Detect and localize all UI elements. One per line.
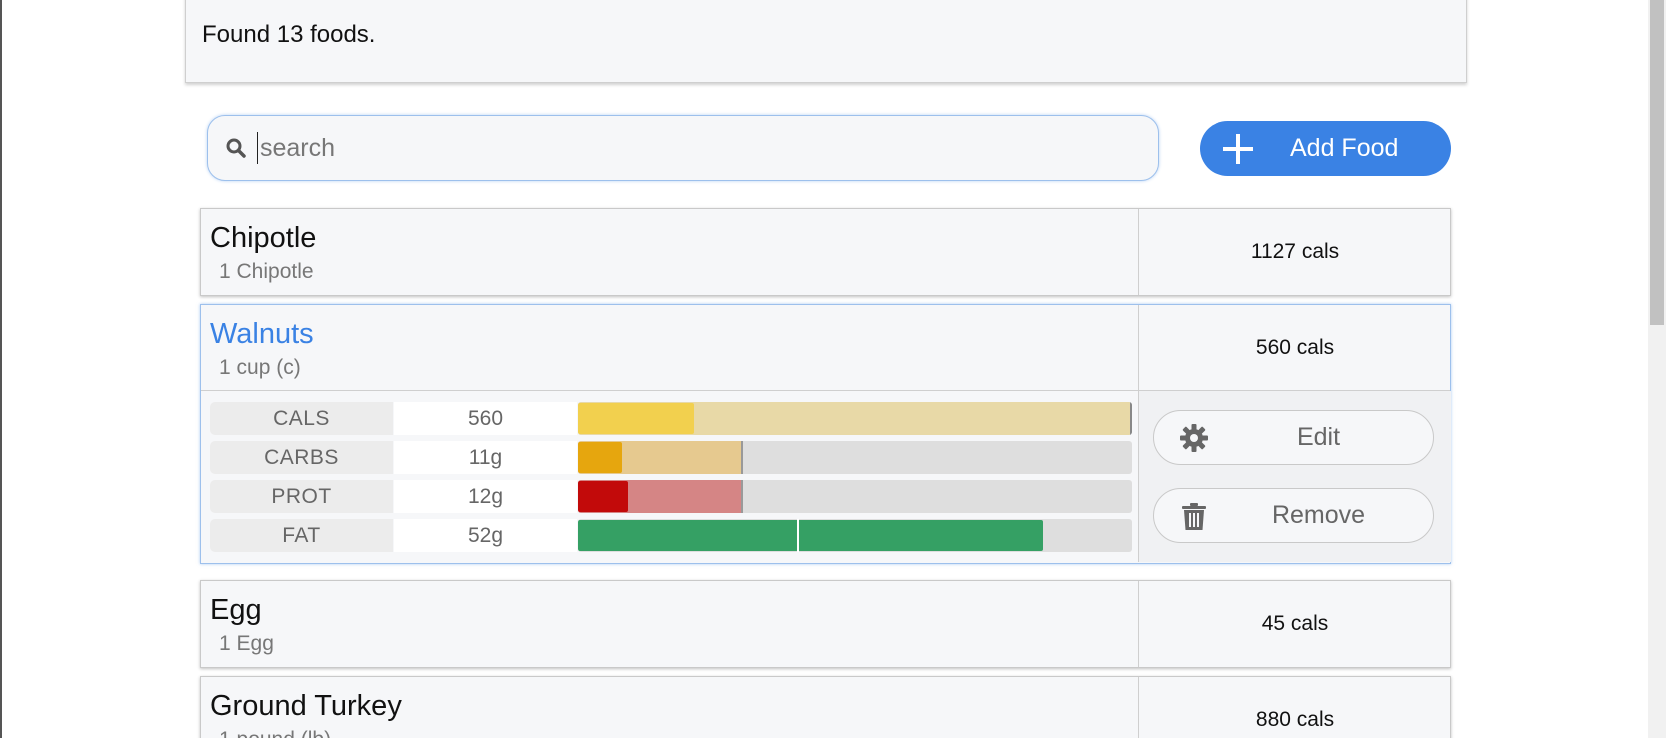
food-calories: 1127 cals xyxy=(1138,209,1451,295)
search-box[interactable] xyxy=(207,115,1159,181)
food-serving: 1 cup (c) xyxy=(219,356,301,379)
plus-icon xyxy=(1223,133,1253,164)
macro-total-marker xyxy=(741,480,743,513)
macro-item-bar xyxy=(578,481,628,512)
remove-button[interactable]: Remove xyxy=(1153,488,1434,543)
window-edge xyxy=(0,0,2,738)
results-summary: Found 13 foods. xyxy=(185,0,1467,83)
search-input[interactable] xyxy=(257,132,1158,164)
macro-label: FAT xyxy=(210,519,393,552)
results-count-text: Found 13 foods. xyxy=(202,21,376,48)
food-item[interactable]: Egg 1 Egg 45 cals xyxy=(200,580,1451,668)
edit-button[interactable]: Edit xyxy=(1153,410,1434,465)
macro-item-bar xyxy=(578,442,622,473)
food-name: Egg xyxy=(210,594,262,626)
macro-total-marker xyxy=(797,519,799,552)
remove-label: Remove xyxy=(1271,501,1366,529)
macro-row-fat: FAT 52g xyxy=(210,519,1132,552)
food-item[interactable]: Chipotle 1 Chipotle 1127 cals xyxy=(200,208,1451,296)
food-name: Chipotle xyxy=(210,222,317,254)
macro-value: 560 xyxy=(394,402,577,435)
macro-item-bar xyxy=(578,403,694,434)
scrollbar-thumb[interactable] xyxy=(1650,0,1664,325)
macro-bar-carbs xyxy=(578,441,1132,474)
food-calories-text: 880 cals xyxy=(1255,708,1335,731)
macro-bar-fat xyxy=(578,519,1132,552)
macro-bar-cals xyxy=(578,402,1132,435)
food-name: Ground Turkey xyxy=(210,690,402,722)
food-serving: 1 Egg xyxy=(219,632,274,655)
macro-bar-prot xyxy=(578,480,1132,513)
macro-item-bar xyxy=(578,520,1043,551)
edit-label: Edit xyxy=(1296,423,1341,451)
food-name[interactable]: Walnuts xyxy=(210,318,314,351)
food-calories-text: 1127 cals xyxy=(1250,240,1340,263)
macro-total-marker xyxy=(741,441,743,474)
macro-label: PROT xyxy=(210,480,393,513)
food-calories-text: 45 cals xyxy=(1261,612,1329,635)
food-serving: 1 Chipotle xyxy=(219,260,314,283)
food-calories-text: 560 cals xyxy=(1255,335,1335,359)
add-food-button[interactable]: Add Food xyxy=(1200,121,1451,176)
food-calories: 880 cals xyxy=(1138,677,1451,738)
macro-value: 52g xyxy=(394,519,577,552)
macro-value: 11g xyxy=(394,441,577,474)
add-food-label: Add Food xyxy=(1290,134,1399,162)
food-calories: 560 cals xyxy=(1138,305,1451,390)
macro-row-cals: CALS 560 xyxy=(210,402,1132,435)
food-serving: 1 pound (lb) xyxy=(219,728,331,738)
macro-label: CARBS xyxy=(210,441,393,474)
macro-value: 12g xyxy=(394,480,577,513)
food-calories: 45 cals xyxy=(1138,581,1451,667)
macro-label: CALS xyxy=(210,402,393,435)
food-item[interactable]: Ground Turkey 1 pound (lb) 880 cals xyxy=(200,676,1451,738)
macro-row-carbs: CARBS 11g xyxy=(210,441,1132,474)
macro-total-marker xyxy=(1130,402,1132,435)
search-icon xyxy=(225,137,247,159)
macro-row-prot: PROT 12g xyxy=(210,480,1132,513)
